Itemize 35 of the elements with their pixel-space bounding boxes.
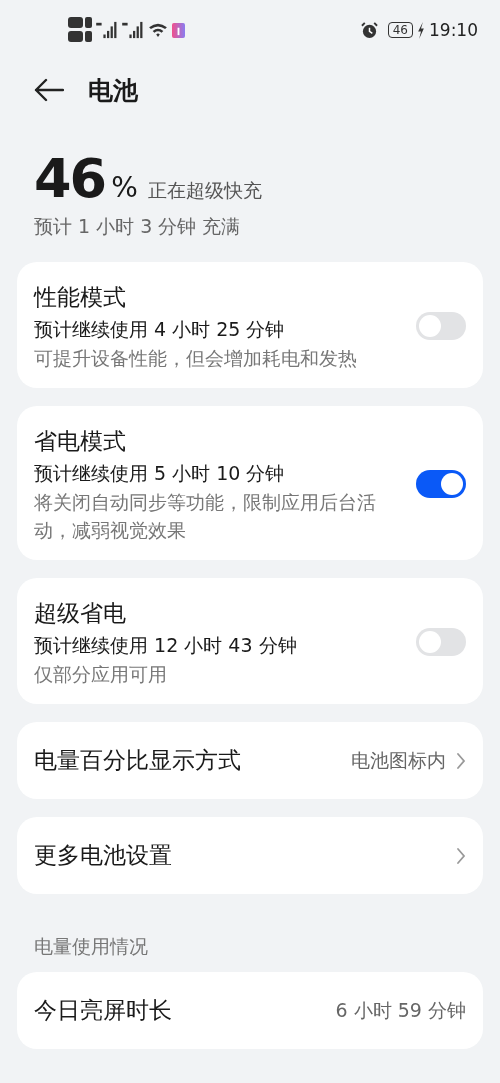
usage-value: 6 小时 59 分钟 xyxy=(335,997,466,1023)
charge-estimate: 预计 1 小时 3 分钟 充满 xyxy=(34,214,242,239)
usage-estimate: 预计继续使用 12 小时 43 分钟 xyxy=(34,633,298,658)
battery-percent: 46 xyxy=(34,148,106,210)
mode-title: 省电模式 xyxy=(34,427,127,456)
alarm-icon xyxy=(360,21,378,39)
section-heading: 电量使用情况 xyxy=(33,934,149,959)
setting-label: 更多电池设置 xyxy=(34,841,172,870)
toggle-switch[interactable] xyxy=(416,470,466,498)
mode-title: 性能模式 xyxy=(34,283,127,312)
percent-sign: % xyxy=(111,171,138,204)
signal-icon xyxy=(96,21,118,39)
signal-icon xyxy=(122,21,144,39)
mode-description: 仅部分应用可用 xyxy=(34,662,168,687)
clock-time: 19:10 xyxy=(429,20,478,40)
settings-row[interactable]: 电量百分比显示方式 电池图标内 xyxy=(17,722,483,799)
battery-level: 46 xyxy=(387,22,413,38)
mode-description: 将关闭自动同步等功能，限制应用后台活动，减弱视觉效果 xyxy=(34,490,377,543)
usage-estimate: 预计继续使用 5 小时 10 分钟 xyxy=(34,461,286,486)
toggle-switch[interactable] xyxy=(416,312,466,340)
chevron-icon xyxy=(456,751,466,770)
usage-estimate: 预计继续使用 4 小时 25 分钟 xyxy=(34,317,286,342)
chevron-icon xyxy=(456,846,466,865)
page-title: 电池 xyxy=(88,74,138,107)
mode-description: 可提升设备性能，但会增加耗电和发热 xyxy=(34,346,358,371)
app-icon xyxy=(172,22,185,38)
charging-status: 正在超级快充 xyxy=(147,178,262,203)
wifi-icon xyxy=(148,22,168,38)
usage-label: 今日亮屏时长 xyxy=(34,996,172,1025)
settings-row[interactable]: 更多电池设置 xyxy=(17,817,483,894)
toggle-switch[interactable] xyxy=(416,628,466,656)
setting-label: 电量百分比显示方式 xyxy=(34,746,241,775)
back-button[interactable] xyxy=(34,76,66,104)
mode-title: 超级省电 xyxy=(34,599,127,628)
setting-value: 电池图标内 xyxy=(351,747,446,773)
